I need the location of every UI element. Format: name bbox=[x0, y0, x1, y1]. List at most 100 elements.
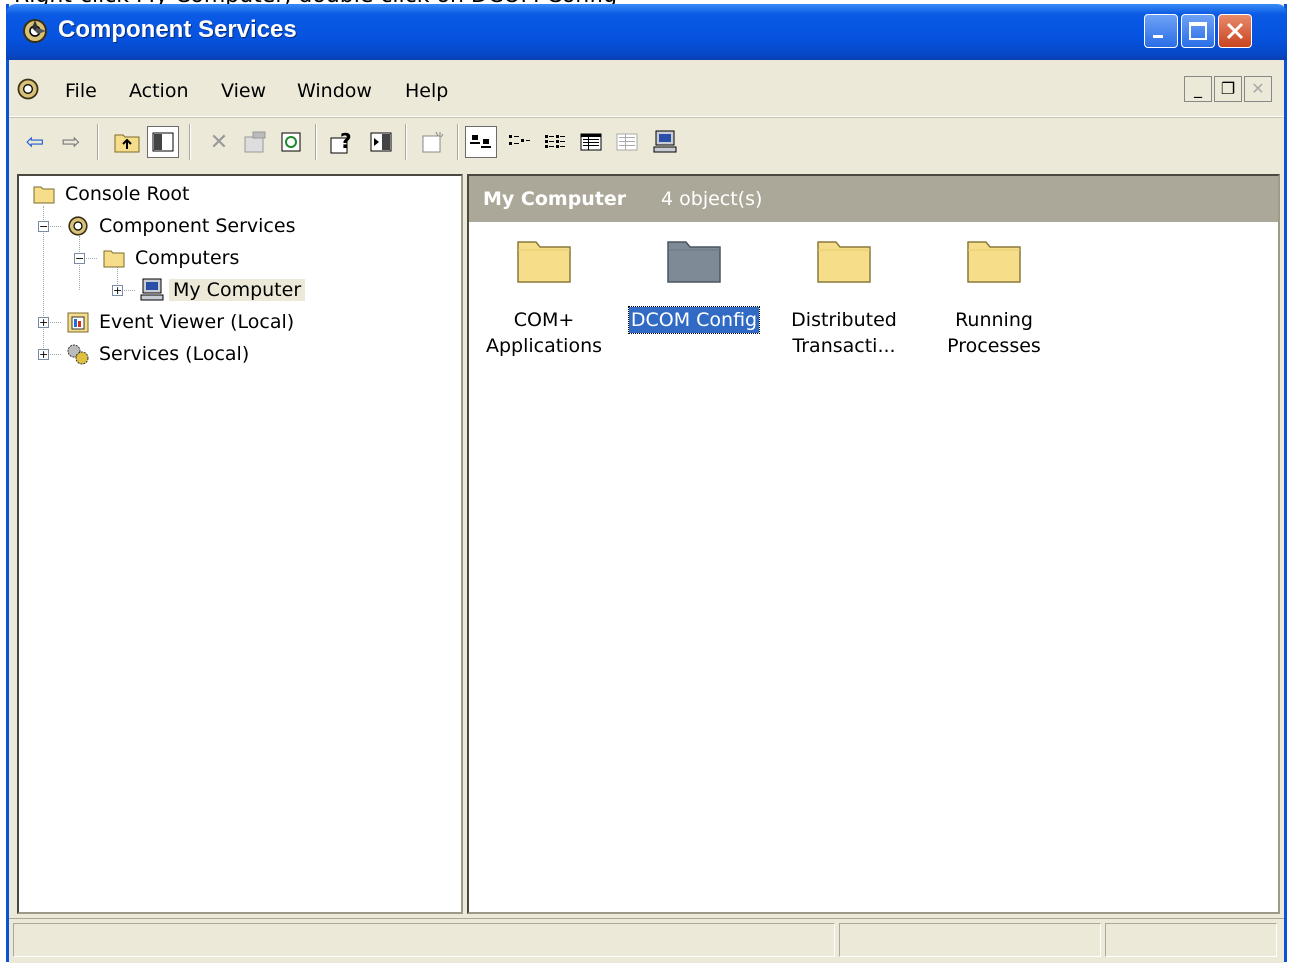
folder-icon bbox=[967, 241, 1021, 283]
object-label: Running Processes bbox=[945, 307, 1043, 359]
component-services-icon bbox=[23, 19, 47, 43]
folder-icon bbox=[517, 241, 571, 283]
svg-text:?: ? bbox=[340, 130, 352, 153]
object-running-processes[interactable]: Running Processes bbox=[919, 238, 1069, 359]
configure-icon[interactable] bbox=[611, 126, 643, 158]
large-icons-view-icon[interactable] bbox=[465, 126, 497, 158]
object-label-line1: Running bbox=[955, 309, 1033, 331]
properties-icon[interactable] bbox=[239, 126, 271, 158]
tree-item-event-viewer[interactable]: Event Viewer (Local) bbox=[65, 308, 298, 336]
services-icon bbox=[67, 344, 89, 365]
component-services-icon bbox=[68, 216, 88, 236]
expand-toggle[interactable]: + bbox=[38, 349, 49, 360]
tree-item-label: Computers bbox=[135, 247, 240, 269]
menu-window-label: Window bbox=[297, 80, 372, 102]
up-one-level-icon[interactable] bbox=[111, 126, 143, 158]
event-viewer-icon bbox=[67, 312, 89, 333]
close-button[interactable] bbox=[1218, 14, 1252, 48]
component-services-icon[interactable] bbox=[15, 76, 41, 102]
toolbar-separator bbox=[189, 124, 191, 160]
object-label: Distributed Transacti... bbox=[789, 307, 899, 359]
object-distributed-transaction[interactable]: Distributed Transacti... bbox=[769, 238, 919, 359]
details-header-count: 4 object(s) bbox=[661, 188, 763, 210]
maximize-button[interactable] bbox=[1181, 14, 1215, 48]
close-icon bbox=[1226, 22, 1244, 40]
menu-bar: File Action View Window Help _ ❐ ✕ bbox=[9, 60, 1284, 117]
tree-item-services[interactable]: Services (Local) bbox=[65, 340, 253, 368]
menu-help-label: Help bbox=[405, 80, 449, 102]
computer-icon bbox=[140, 278, 164, 301]
expand-toggle[interactable]: + bbox=[112, 285, 123, 296]
folder-icon bbox=[33, 186, 55, 204]
forward-arrow-icon[interactable]: ⇨ bbox=[55, 126, 87, 158]
tree-item-label: Event Viewer (Local) bbox=[99, 311, 295, 333]
delete-icon[interactable]: ✕ bbox=[203, 126, 235, 158]
tree-item-label: My Computer bbox=[169, 279, 306, 301]
folder-icon bbox=[667, 241, 721, 283]
object-label: COM+ Applications bbox=[484, 307, 604, 359]
menu-file-label: File bbox=[65, 80, 97, 102]
detail-view-icon[interactable] bbox=[575, 126, 607, 158]
show-hide-action-pane-icon[interactable] bbox=[365, 126, 397, 158]
window-title: Component Services bbox=[58, 16, 297, 43]
toolbar-separator bbox=[97, 124, 99, 160]
tree-item-label: Console Root bbox=[65, 183, 190, 205]
console-tree-pane[interactable]: Console Root − Component Services − Comp… bbox=[17, 174, 463, 914]
status-cell-secondary bbox=[839, 923, 1101, 957]
tree-item-console-root[interactable]: Console Root bbox=[33, 180, 194, 208]
minimize-button[interactable] bbox=[1144, 14, 1178, 48]
refresh-icon[interactable] bbox=[275, 126, 307, 158]
tree-item-label: Component Services bbox=[99, 215, 296, 237]
small-icons-view-icon[interactable] bbox=[503, 126, 535, 158]
expand-toggle[interactable]: + bbox=[38, 317, 49, 328]
folder-icon bbox=[817, 241, 871, 283]
mdi-close-button[interactable]: ✕ bbox=[1244, 76, 1272, 102]
help-icon[interactable]: ? bbox=[327, 126, 359, 158]
toolbar-separator bbox=[315, 124, 317, 160]
tree-item-component-services[interactable]: Component Services bbox=[65, 212, 299, 240]
maximize-icon bbox=[1189, 22, 1207, 40]
toolbar-separator bbox=[457, 124, 459, 160]
object-label-line1: Distributed bbox=[791, 309, 897, 331]
object-com-applications[interactable]: COM+ Applications bbox=[469, 238, 619, 359]
toolbar-separator bbox=[405, 124, 407, 160]
menu-view-label: View bbox=[221, 80, 267, 102]
status-cell-main bbox=[13, 923, 835, 957]
object-label-line2: Applications bbox=[485, 335, 603, 357]
details-pane[interactable]: My Computer 4 object(s) COM+ Applications… bbox=[467, 174, 1280, 914]
menu-help[interactable]: Help bbox=[405, 80, 448, 102]
details-header: My Computer 4 object(s) bbox=[469, 176, 1278, 222]
folder-icon bbox=[103, 250, 125, 268]
collapse-toggle[interactable]: − bbox=[74, 253, 85, 264]
tree-item-my-computer[interactable]: My Computer bbox=[139, 276, 306, 304]
status-bar bbox=[9, 918, 1284, 963]
back-arrow-icon[interactable]: ⇦ bbox=[19, 126, 51, 158]
mdi-controls: _ ❐ ✕ bbox=[1182, 76, 1272, 102]
new-window-icon[interactable] bbox=[417, 126, 449, 158]
collapse-toggle[interactable]: − bbox=[38, 221, 49, 232]
title-bar[interactable]: Component Services bbox=[6, 4, 1287, 60]
mdi-minimize-button[interactable]: _ bbox=[1184, 76, 1212, 102]
object-dcom-config[interactable]: DCOM Config bbox=[619, 238, 769, 334]
list-view-icon[interactable] bbox=[539, 126, 571, 158]
tree-item-computers[interactable]: Computers bbox=[103, 244, 243, 272]
object-label-line1: DCOM Config bbox=[630, 309, 758, 331]
minimize-icon bbox=[1153, 35, 1163, 38]
component-services-window: Component Services File Action View Wind… bbox=[6, 4, 1287, 963]
menu-window[interactable]: Window bbox=[297, 80, 372, 102]
object-label-line2: Processes bbox=[947, 335, 1041, 357]
menu-action-label: Action bbox=[129, 80, 189, 102]
object-label-line1: COM+ bbox=[513, 309, 575, 331]
tree-item-label: Services (Local) bbox=[99, 343, 250, 365]
show-hide-tree-icon[interactable] bbox=[147, 126, 179, 158]
menu-file[interactable]: File bbox=[65, 80, 97, 102]
status-cell-tertiary bbox=[1105, 923, 1277, 957]
details-header-title: My Computer bbox=[483, 188, 627, 210]
computer-icon[interactable] bbox=[649, 126, 681, 158]
menu-view[interactable]: View bbox=[221, 80, 266, 102]
object-label: DCOM Config bbox=[627, 306, 761, 334]
object-label-line2: Transacti... bbox=[792, 335, 896, 357]
menu-action[interactable]: Action bbox=[129, 80, 189, 102]
toolbar: ⇦ ⇨ ✕ ? bbox=[9, 117, 1284, 166]
mdi-restore-button[interactable]: ❐ bbox=[1214, 76, 1242, 102]
